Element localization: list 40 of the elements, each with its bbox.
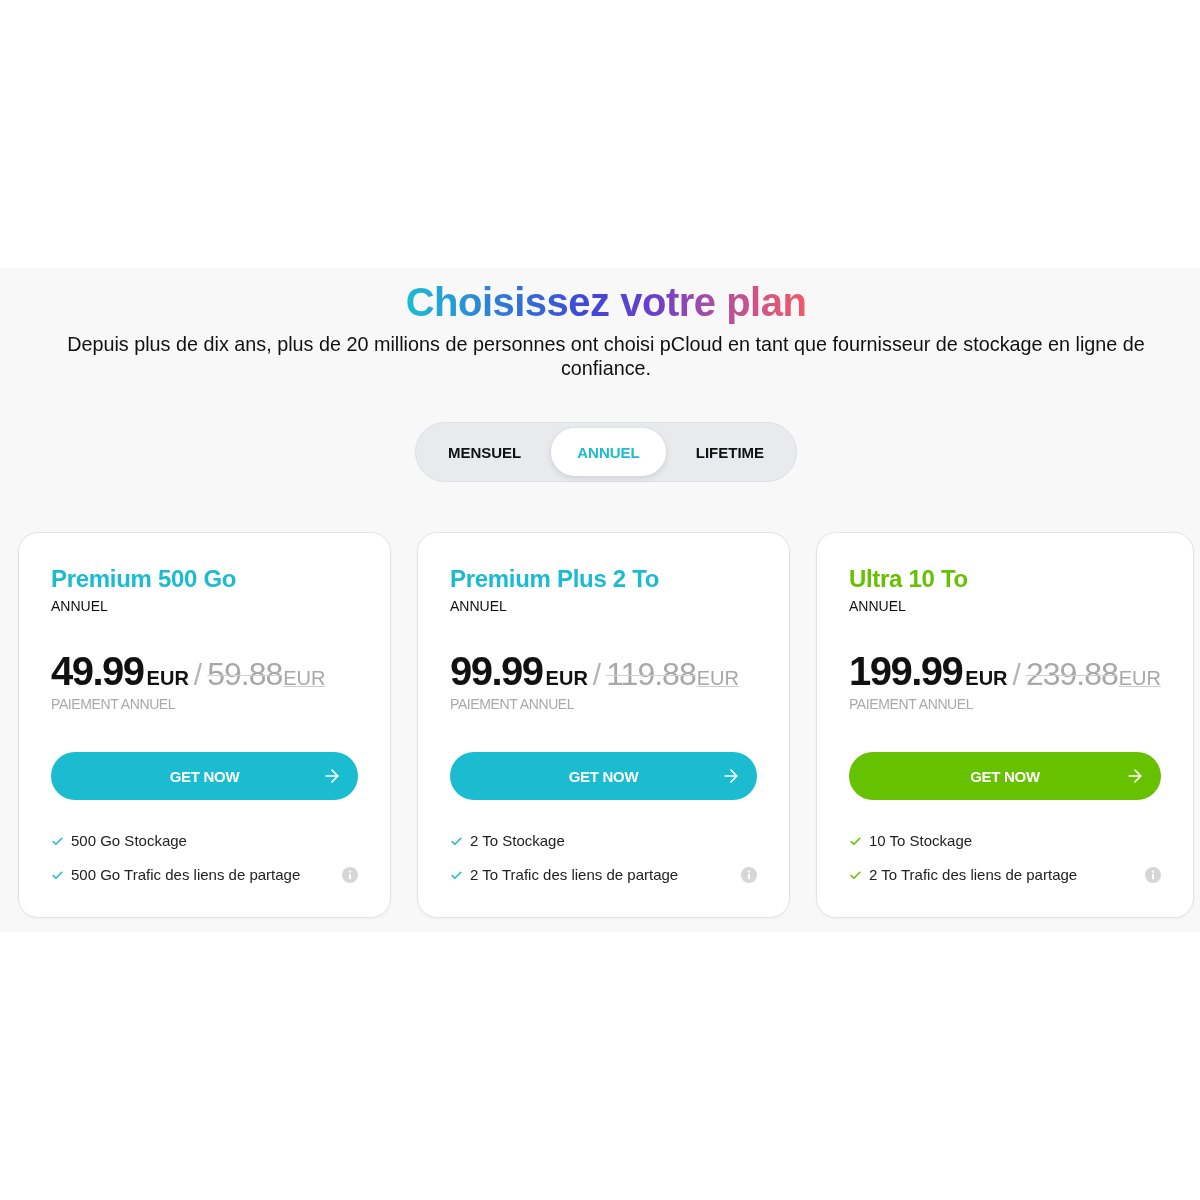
check-icon bbox=[51, 868, 64, 882]
feature-text: 10 To Stockage bbox=[868, 831, 973, 851]
plan-name: Premium 500 Go bbox=[51, 564, 237, 594]
old-price: 119.88EUR bbox=[606, 655, 739, 694]
info-icon[interactable] bbox=[1145, 867, 1161, 883]
info-icon[interactable] bbox=[740, 867, 757, 883]
plan-period: ANNUEL bbox=[450, 597, 507, 615]
price-separator: / bbox=[1012, 658, 1021, 692]
billing-tab[interactable]: ANNUEL bbox=[551, 428, 666, 476]
get-now-button[interactable]: GET NOW bbox=[450, 752, 757, 800]
plan-price: 99.99EUR bbox=[450, 648, 588, 695]
feature-text: 2 To Trafic des liens de partage bbox=[470, 865, 679, 885]
check-icon bbox=[450, 834, 463, 848]
check-icon bbox=[848, 868, 862, 882]
plan-period: ANNUEL bbox=[51, 597, 108, 615]
billing-note: PAIEMENT ANNUEL bbox=[848, 695, 974, 713]
billing-note: PAIEMENT ANNUEL bbox=[51, 695, 176, 713]
info-icon[interactable] bbox=[342, 867, 358, 883]
check-icon bbox=[450, 868, 463, 882]
get-now-button[interactable]: GET NOW bbox=[848, 752, 1161, 800]
page-subtitle: Depuis plus de dix ans, plus de 20 millions de personnes ont choisi pCloud en tant que fournisseur de stockage en ligne de confiance. bbox=[66, 332, 1146, 380]
plan-price: 199.99EUR bbox=[848, 648, 1008, 695]
plan-name: Ultra 10 To bbox=[848, 564, 968, 594]
billing-note: PAIEMENT ANNUEL bbox=[450, 695, 575, 713]
feature-text: 500 Go Trafic des liens de partage bbox=[71, 865, 301, 885]
old-price: 59.88EUR bbox=[207, 655, 326, 694]
check-icon bbox=[848, 834, 862, 848]
feature-text: 500 Go Stockage bbox=[71, 831, 187, 851]
plan-period: ANNUEL bbox=[848, 597, 906, 615]
price-separator: / bbox=[592, 658, 602, 692]
check-icon bbox=[51, 834, 64, 848]
feature-text: 2 To Trafic des liens de partage bbox=[868, 865, 1078, 885]
price-separator: / bbox=[193, 658, 203, 692]
billing-tab[interactable]: LIFETIME bbox=[669, 428, 791, 476]
plan-price: 49.99EUR bbox=[51, 648, 189, 695]
feature-text: 2 To Stockage bbox=[470, 831, 565, 851]
get-now-button[interactable]: GET NOW bbox=[51, 752, 358, 800]
billing-tab[interactable]: MENSUEL bbox=[421, 428, 548, 476]
old-price: 239.88EUR bbox=[1025, 655, 1161, 694]
plan-name: Premium Plus 2 To bbox=[450, 564, 660, 594]
